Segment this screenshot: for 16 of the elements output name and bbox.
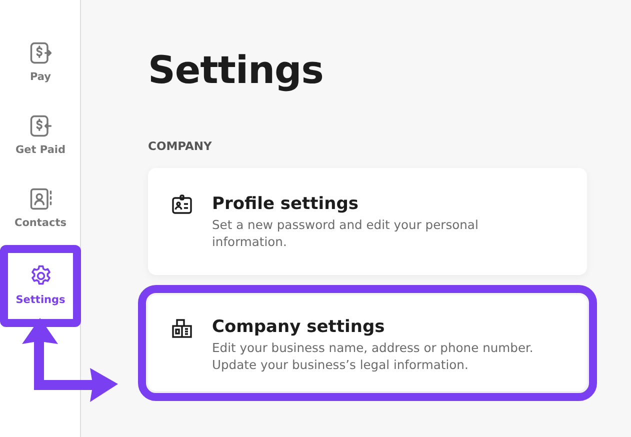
dollar-out-icon: [28, 40, 54, 66]
sidebar-item[interactable]: Settings: [0, 245, 81, 327]
sidebar-item[interactable]: Pay: [0, 26, 81, 99]
settings-card[interactable]: Profile settings Set a new password and edit your personal information.: [148, 168, 587, 275]
card-description: Edit your business name, address or phone number. Update your business’s legal information.: [212, 340, 534, 374]
id-badge-icon: [170, 192, 194, 217]
sidebar-item[interactable]: Get Paid: [0, 99, 81, 172]
card-description: Set a new password and edit your personal information.: [212, 217, 480, 251]
dollar-in-icon: [28, 112, 54, 139]
page-title: Settings: [148, 48, 324, 94]
contact-card-icon: [28, 186, 54, 212]
card-title: Company settings: [212, 316, 386, 339]
sidebar-item[interactable]: Contacts: [0, 172, 81, 245]
card-title: Profile settings: [212, 192, 360, 216]
settings-card[interactable]: Company settings Edit your business name, address or phone number. Update your business’s legal information.: [148, 294, 587, 392]
section-heading: COMPANY: [148, 138, 213, 155]
